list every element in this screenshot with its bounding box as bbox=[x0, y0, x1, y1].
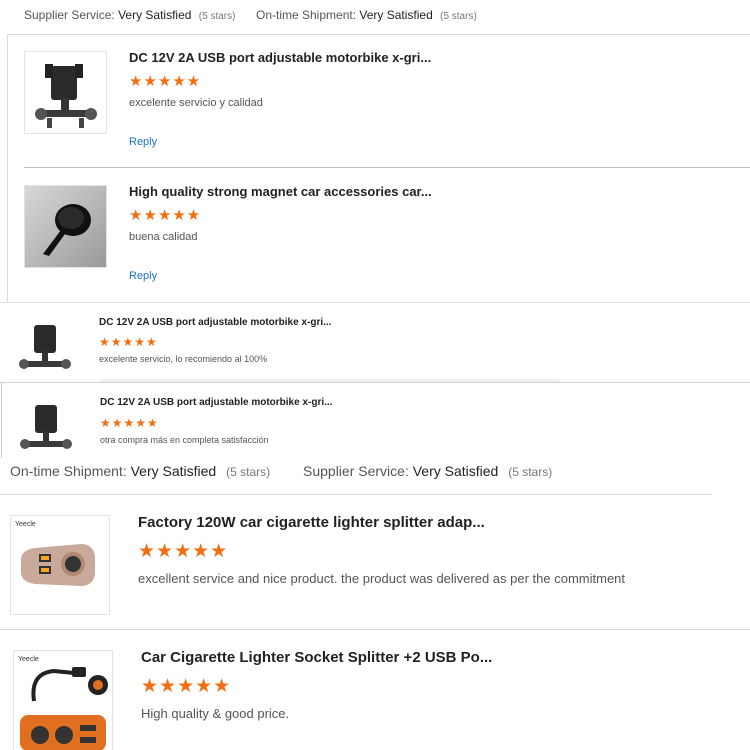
divider bbox=[0, 629, 750, 630]
review-section-1: Supplier Service: Very Satisfied (5 star… bbox=[0, 0, 750, 302]
review-product-title[interactable]: DC 12V 2A USB port adjustable motorbike … bbox=[100, 397, 332, 408]
review-text: excelente servicio, lo recomiendo al 100… bbox=[99, 354, 268, 364]
product-thumbnail[interactable] bbox=[14, 397, 80, 459]
review-stars: ★★★★★ bbox=[99, 335, 158, 349]
divider bbox=[8, 34, 750, 35]
brand-label: Yeecle bbox=[15, 521, 36, 528]
divider bbox=[24, 167, 750, 168]
review-stars: ★★★★★ bbox=[100, 416, 159, 430]
ontime-shipment-rating: On-time Shipment: Very Satisfied (5 star… bbox=[10, 463, 271, 479]
supplier-service-rating: Supplier Service: Very Satisfied (5 star… bbox=[24, 8, 236, 22]
review-product-title[interactable]: DC 12V 2A USB port adjustable motorbike … bbox=[129, 50, 431, 65]
review-stars: ★★★★★ bbox=[141, 676, 232, 697]
divider bbox=[0, 494, 712, 495]
review-stars: ★★★★★ bbox=[129, 207, 202, 224]
product-thumbnail[interactable] bbox=[24, 51, 107, 134]
review-text: excelente servicio y calidad bbox=[129, 97, 263, 109]
motorbike-phone-holder-image bbox=[14, 397, 80, 459]
car-lighter-splitter-image: Yeecle bbox=[11, 516, 109, 614]
motorbike-phone-holder-image bbox=[14, 317, 78, 381]
brand-label: Yeecle bbox=[18, 656, 39, 663]
ontime-shipment-rating: On-time Shipment: Very Satisfied (5 star… bbox=[256, 8, 477, 22]
supplier-service-rating: Supplier Service: Very Satisfied (5 star… bbox=[303, 463, 553, 479]
review-text: excellent service and nice product. the … bbox=[138, 571, 626, 586]
magnet-car-mount-image bbox=[25, 186, 106, 267]
review-section-3: DC 12V 2A USB port adjustable motorbike … bbox=[0, 382, 750, 459]
left-border bbox=[7, 34, 8, 302]
review-product-title[interactable]: Car Cigarette Lighter Socket Splitter +2… bbox=[141, 649, 492, 666]
product-thumbnail[interactable]: Yeecle bbox=[10, 515, 110, 615]
review-section-2: DC 12V 2A USB port adjustable motorbike … bbox=[0, 302, 750, 383]
review-product-title[interactable]: Factory 120W car cigarette lighter split… bbox=[138, 514, 485, 531]
review-text: High quality & good price. bbox=[141, 706, 290, 721]
reply-link[interactable]: Reply bbox=[129, 270, 157, 282]
left-border bbox=[1, 383, 2, 459]
reply-link[interactable]: Reply bbox=[129, 136, 157, 148]
product-thumbnail[interactable] bbox=[24, 185, 107, 268]
review-text: buena calidad bbox=[129, 231, 198, 243]
review-product-title[interactable]: High quality strong magnet car accessori… bbox=[129, 184, 432, 199]
review-text: otra compra más en completa satisfacción bbox=[100, 435, 269, 445]
review-stars: ★★★★★ bbox=[129, 73, 202, 90]
product-thumbnail[interactable] bbox=[14, 317, 78, 381]
review-section-4: On-time Shipment: Very Satisfied (5 star… bbox=[0, 458, 750, 750]
review-stars: ★★★★★ bbox=[138, 541, 229, 562]
product-thumbnail[interactable]: Yeecle bbox=[13, 650, 113, 750]
motorbike-phone-holder-image bbox=[25, 52, 106, 133]
car-lighter-socket-splitter-image: Yeecle bbox=[14, 651, 112, 750]
review-product-title[interactable]: DC 12V 2A USB port adjustable motorbike … bbox=[99, 317, 331, 328]
